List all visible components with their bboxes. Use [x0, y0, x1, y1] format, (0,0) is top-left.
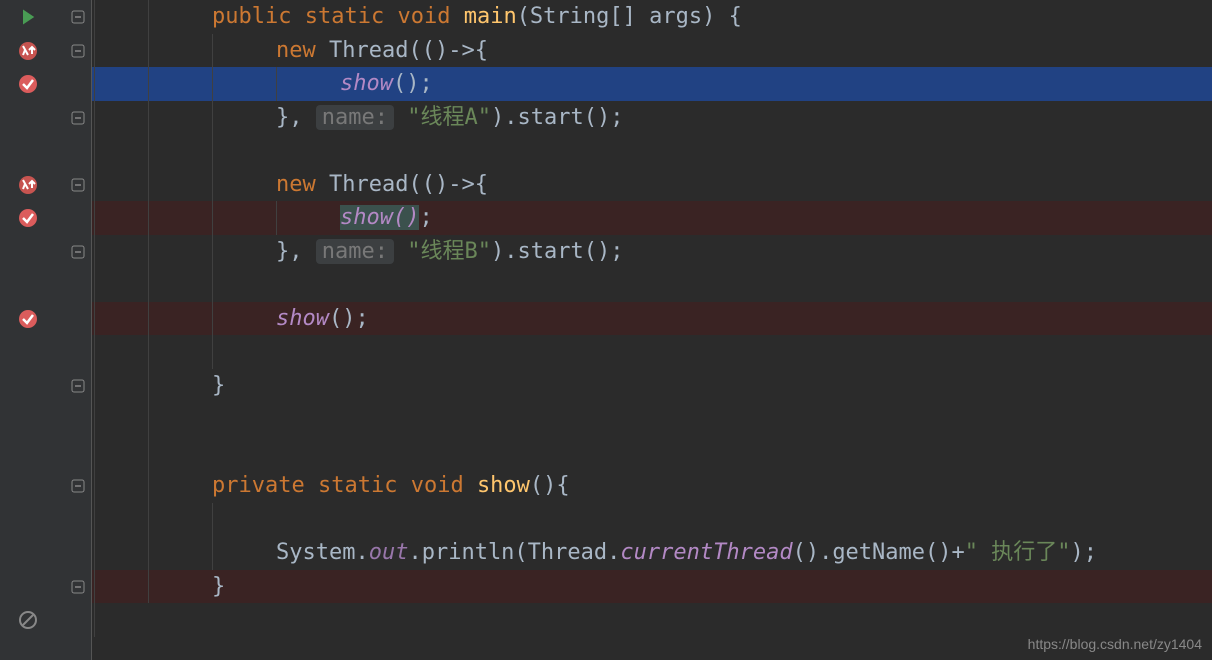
code-token: ;	[419, 205, 432, 230]
code-token: static	[318, 473, 397, 498]
code-token: name:	[316, 239, 394, 264]
code-line[interactable]: show();	[92, 201, 1212, 235]
code-token: name:	[316, 105, 394, 130]
code-token: ().getName()+	[793, 540, 965, 565]
code-token: new	[276, 172, 316, 197]
code-editor[interactable]: public static void main(String[] args) {…	[92, 0, 1212, 660]
code-token: show	[477, 473, 530, 498]
code-token: },	[276, 239, 316, 264]
code-line[interactable]	[92, 335, 1212, 369]
code-line[interactable]: }, name: "线程A").start();	[92, 101, 1212, 135]
code-line[interactable]	[92, 436, 1212, 470]
code-token: show()	[340, 205, 419, 230]
fold-toggle-icon[interactable]	[70, 478, 86, 494]
code-token: },	[276, 105, 316, 130]
code-token: out	[369, 540, 409, 565]
code-line[interactable]: public static void main(String[] args) {	[92, 0, 1212, 34]
fold-toggle-icon[interactable]	[70, 177, 86, 193]
breakpoint-icon[interactable]	[18, 74, 38, 94]
fold-toggle-icon[interactable]	[70, 9, 86, 25]
code-line[interactable]	[92, 268, 1212, 302]
code-token: new	[276, 38, 316, 63]
code-token	[394, 239, 407, 264]
code-token	[464, 473, 477, 498]
code-token: show	[276, 306, 329, 331]
code-line[interactable]: }	[92, 369, 1212, 403]
code-token: " 执行了"	[965, 540, 1071, 565]
fold-toggle-icon[interactable]	[70, 110, 86, 126]
code-token: Thread(()->{	[316, 172, 488, 197]
code-token: "线程B"	[407, 239, 491, 264]
code-line[interactable]	[92, 134, 1212, 168]
code-token	[394, 105, 407, 130]
code-line[interactable]: System.out.println(Thread.currentThread(…	[92, 536, 1212, 570]
code-token: void	[411, 473, 464, 498]
code-token: void	[397, 4, 450, 29]
code-token: ();	[393, 71, 433, 96]
code-line[interactable]: private static void show(){	[92, 469, 1212, 503]
code-line[interactable]	[92, 603, 1212, 637]
code-line[interactable]	[92, 503, 1212, 537]
code-token	[450, 4, 463, 29]
code-token: public	[212, 4, 291, 29]
fold-toggle-icon[interactable]	[70, 579, 86, 595]
lambda-up-icon[interactable]	[18, 175, 38, 195]
fold-toggle-icon[interactable]	[70, 378, 86, 394]
code-line[interactable]: new Thread(()->{	[92, 168, 1212, 202]
breakpoint-icon[interactable]	[18, 208, 38, 228]
code-token	[305, 473, 318, 498]
watermark: https://blog.csdn.net/zy1404	[1028, 636, 1202, 652]
code-token: private	[212, 473, 305, 498]
code-token: .println(Thread.	[408, 540, 620, 565]
code-token: "线程A"	[407, 105, 491, 130]
code-token: currentThread	[620, 540, 792, 565]
code-token: System.	[276, 540, 369, 565]
code-token: show	[340, 71, 393, 96]
code-line[interactable]: }	[92, 570, 1212, 604]
code-token: (String[] args) {	[517, 4, 742, 29]
breakpoint-icon[interactable]	[18, 309, 38, 329]
code-line[interactable]: new Thread(()->{	[92, 34, 1212, 68]
lambda-up-icon[interactable]	[18, 41, 38, 61]
code-token: ).start();	[491, 239, 623, 264]
code-token: Thread(()->{	[316, 38, 488, 63]
gutter-icons	[0, 0, 60, 660]
fold-toggle-icon[interactable]	[70, 244, 86, 260]
code-token: ();	[329, 306, 369, 331]
code-token: (){	[530, 473, 570, 498]
code-token: main	[464, 4, 517, 29]
code-token: }	[212, 373, 225, 398]
code-line[interactable]: show();	[92, 67, 1212, 101]
code-token: static	[305, 4, 384, 29]
code-token	[291, 4, 304, 29]
code-token: );	[1071, 540, 1098, 565]
code-line[interactable]: show();	[92, 302, 1212, 336]
fold-toggle-icon[interactable]	[70, 43, 86, 59]
block-icon[interactable]	[18, 610, 38, 630]
code-line[interactable]	[92, 402, 1212, 436]
run-icon[interactable]	[18, 7, 38, 27]
gutter-fold	[60, 0, 92, 660]
code-token: }	[212, 574, 225, 599]
code-line[interactable]: }, name: "线程B").start();	[92, 235, 1212, 269]
code-token	[397, 473, 410, 498]
code-token	[384, 4, 397, 29]
code-token: ).start();	[491, 105, 623, 130]
